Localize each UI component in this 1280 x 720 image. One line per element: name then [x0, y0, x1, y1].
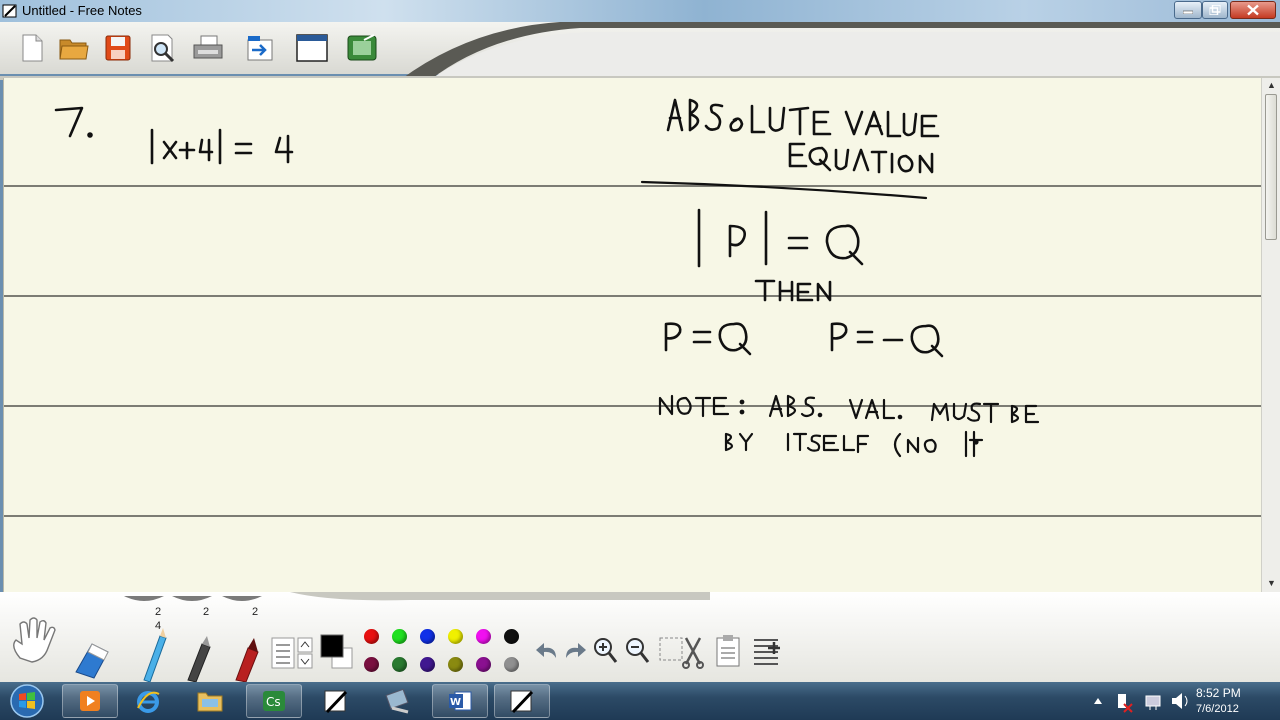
taskbar-app-media-player[interactable] — [62, 684, 118, 718]
zoom-out-icon[interactable] — [624, 636, 650, 664]
color-swatch-yellow[interactable] — [448, 629, 463, 644]
svg-text:W: W — [450, 697, 461, 708]
save-icon[interactable] — [102, 32, 134, 64]
word-icon: W — [449, 691, 472, 711]
taskbar-app-free-notes[interactable] — [308, 684, 364, 718]
new-page-icon[interactable] — [16, 32, 48, 64]
color-swatch-olive[interactable] — [448, 657, 463, 672]
taskbar-app-free-notes-active[interactable] — [494, 684, 550, 718]
handwriting-canvas — [54, 98, 1040, 458]
tools-swoosh — [290, 592, 710, 601]
file-explorer-icon — [197, 692, 223, 712]
pencil-icon[interactable] — [132, 628, 168, 682]
color-swatch-gray[interactable] — [504, 657, 519, 672]
taskbar-app-word[interactable]: W — [432, 684, 488, 718]
app-logo-icon — [2, 4, 17, 18]
color-swatch-black[interactable] — [504, 629, 519, 644]
camtasia-icon: Cs — [263, 691, 285, 711]
export-icon[interactable] — [244, 32, 276, 64]
undo-icon[interactable] — [534, 640, 560, 662]
pen-icon[interactable] — [180, 636, 216, 682]
open-folder-icon[interactable] — [58, 32, 90, 64]
color-swatch-dark-green[interactable] — [392, 657, 407, 672]
pen-width-label: 2 — [252, 606, 259, 618]
color-swatch-magenta[interactable] — [476, 629, 491, 644]
title-bar[interactable] — [0, 0, 1280, 22]
minimize-icon — [1183, 10, 1193, 14]
clock-date[interactable]: 7/6/2012 — [1196, 703, 1239, 715]
vertical-scrollbar[interactable]: ▲ ▼ — [1261, 78, 1280, 592]
current-color-icon[interactable] — [320, 632, 354, 670]
screen-capture-icon[interactable] — [346, 32, 378, 64]
color-swatch-indigo[interactable] — [420, 657, 435, 672]
note-page[interactable] — [3, 78, 1262, 592]
scroll-thumb[interactable] — [1265, 94, 1277, 240]
show-hidden-icons-icon — [1094, 698, 1102, 704]
select-cut-icon[interactable] — [656, 634, 708, 670]
redo-icon[interactable] — [562, 640, 588, 662]
close-button[interactable] — [1230, 1, 1276, 19]
insert-lines-icon[interactable] — [750, 634, 784, 668]
marker-icon[interactable] — [228, 636, 264, 682]
scroll-up-icon[interactable]: ▲ — [1267, 80, 1276, 90]
taskbar-app-network[interactable] — [370, 684, 426, 718]
hand-tool-icon[interactable] — [8, 614, 62, 664]
scroll-down-icon[interactable]: ▼ — [1267, 578, 1276, 588]
line-style-icon[interactable] — [270, 636, 316, 670]
media-player-icon — [80, 691, 100, 711]
system-tray — [1094, 693, 1188, 713]
zoom-in-icon[interactable] — [592, 636, 618, 664]
volume-icon — [1172, 693, 1188, 709]
color-swatch-maroon[interactable] — [364, 657, 379, 672]
clock-time[interactable]: 8:52 PM — [1196, 686, 1241, 700]
network-status-icon — [1145, 695, 1161, 710]
pen-width-label: 2 — [155, 606, 162, 618]
eraser-icon[interactable] — [72, 638, 112, 680]
window-title: Untitled - Free Notes — [22, 3, 142, 18]
color-swatch-red[interactable] — [364, 629, 379, 644]
free-notes-icon — [510, 690, 534, 714]
print-icon[interactable] — [192, 32, 224, 64]
internet-explorer-icon — [137, 691, 160, 713]
paste-icon[interactable] — [714, 634, 744, 668]
taskbar-app-file-explorer[interactable] — [182, 684, 238, 718]
color-swatch-purple[interactable] — [476, 657, 491, 672]
taskbar-app-camtasia[interactable]: Cs — [246, 684, 302, 718]
action-center-icon — [1118, 694, 1133, 713]
restore-icon — [1209, 5, 1221, 15]
maximize-button[interactable] — [1202, 1, 1228, 19]
pen-width-tabs — [124, 596, 262, 601]
start-button[interactable] — [8, 683, 46, 719]
network-icon — [385, 688, 409, 714]
minimize-button[interactable] — [1174, 1, 1202, 19]
color-swatch-blue[interactable] — [420, 629, 435, 644]
pen-width-label: 2 — [203, 606, 210, 618]
taskbar-app-internet-explorer[interactable] — [120, 684, 176, 718]
color-swatch-green[interactable] — [392, 629, 407, 644]
print-preview-icon[interactable] — [146, 32, 178, 64]
close-icon — [1247, 4, 1259, 16]
free-notes-icon — [324, 690, 348, 714]
svg-text:Cs: Cs — [266, 695, 281, 709]
window-icon[interactable] — [296, 32, 328, 64]
